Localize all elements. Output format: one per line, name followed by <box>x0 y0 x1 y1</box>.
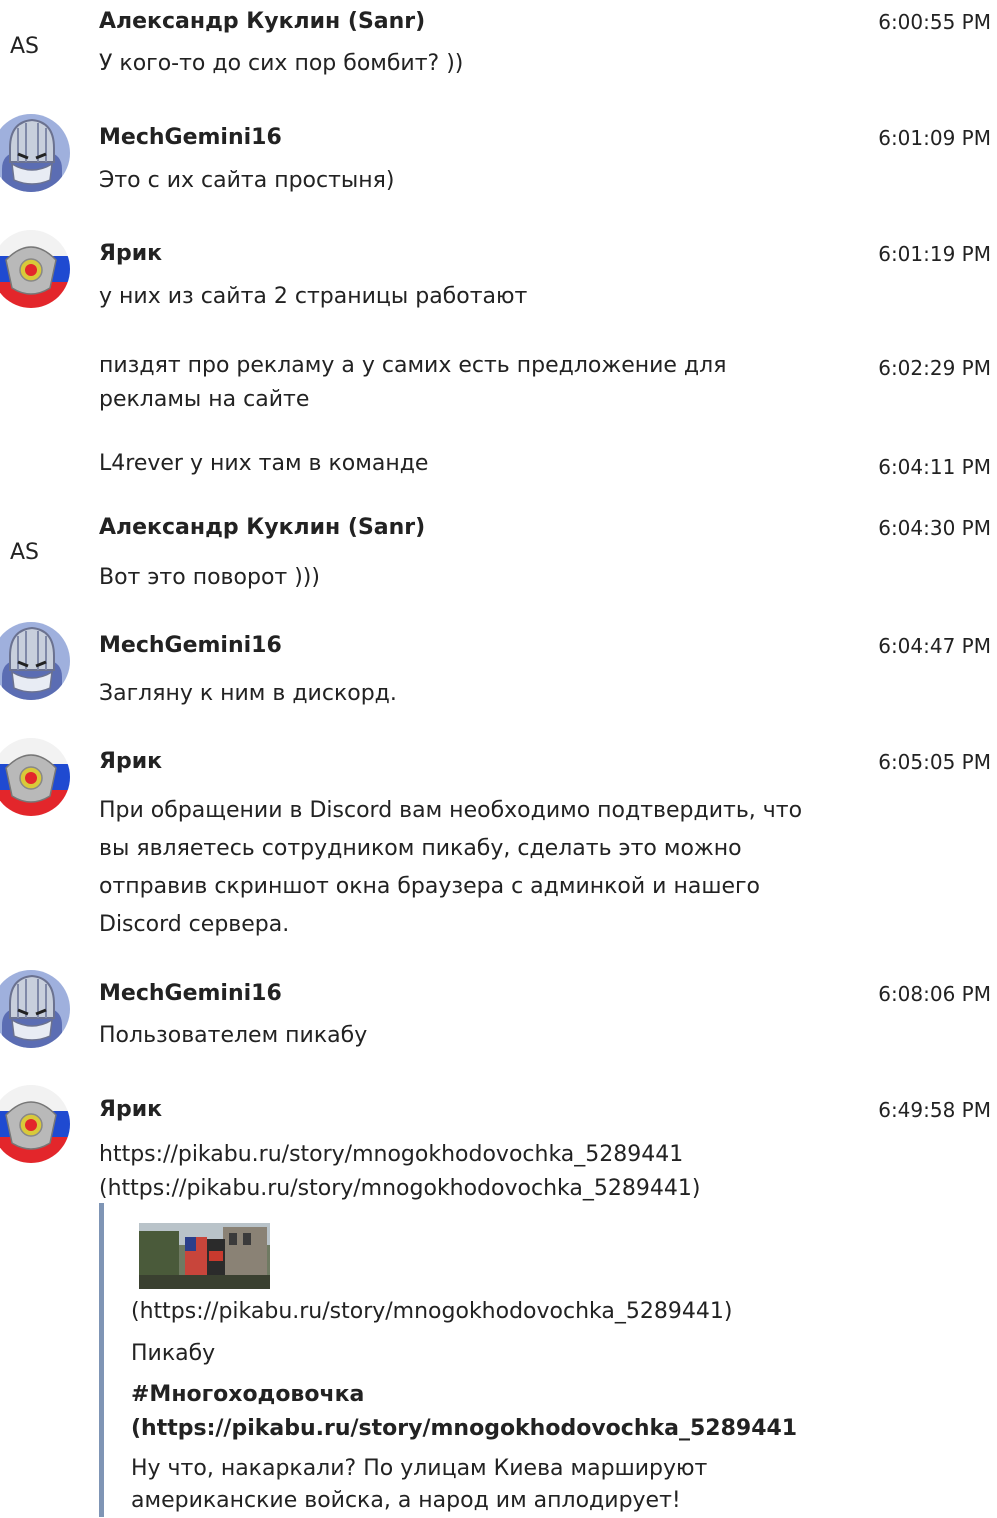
timestamp: 6:05:05 PM <box>878 750 991 774</box>
avatar[interactable] <box>0 114 70 192</box>
message-text: пиздят про рекламу а у самих есть предло… <box>99 353 727 412</box>
author-name[interactable]: Ярик <box>99 241 162 266</box>
embed-thumbnail[interactable] <box>139 1223 270 1289</box>
message-text: Вот это поворот ))) <box>99 565 320 590</box>
russian-emblem-avatar-icon <box>0 738 70 816</box>
russian-emblem-avatar-icon <box>0 230 70 308</box>
timestamp: 6:02:29 PM <box>878 356 991 380</box>
embed-description: Ну что, накаркали? По улицам Киева марши… <box>131 1456 708 1481</box>
shredder-avatar-icon <box>0 970 70 1048</box>
avatar[interactable] <box>0 622 70 700</box>
message-link[interactable]: https://pikabu.ru/story/mnogokhodovochka… <box>99 1138 779 1206</box>
author-name[interactable]: Александр Куклин (Sanr) <box>99 515 425 540</box>
timestamp: 6:01:19 PM <box>878 242 991 266</box>
timestamp: 6:00:55 PM <box>878 10 991 34</box>
timestamp: 6:04:47 PM <box>878 634 991 658</box>
shredder-avatar-icon <box>0 622 70 700</box>
embed-description: американские войска, а народ им аплодиру… <box>131 1488 681 1513</box>
timestamp: 6:49:58 PM <box>878 1098 991 1122</box>
message-text: Пользователем пикабу <box>99 1023 368 1048</box>
avatar-initials: AS <box>10 34 40 59</box>
avatar[interactable] <box>0 738 70 816</box>
embed-thumb-link[interactable]: (https://pikabu.ru/story/mnogokhodovochk… <box>131 1295 732 1329</box>
russian-emblem-avatar-icon <box>0 1085 70 1163</box>
author-name[interactable]: Ярик <box>99 1097 162 1122</box>
author-name[interactable]: Ярик <box>99 749 162 774</box>
avatar[interactable] <box>0 970 70 1048</box>
avatar[interactable] <box>0 230 70 308</box>
message-text: У кого-то до сих пор бомбит? )) <box>99 51 464 76</box>
timestamp: 6:08:06 PM <box>878 982 991 1006</box>
embed-title-link[interactable]: (https://pikabu.ru/story/mnogokhodovochk… <box>131 1412 797 1446</box>
avatar-initials: AS <box>10 540 40 565</box>
timestamp: 6:04:11 PM <box>878 455 991 479</box>
timestamp: 6:01:09 PM <box>878 126 991 150</box>
timestamp: 6:04:30 PM <box>878 516 991 540</box>
embed-title[interactable]: #Многоходовочка <box>131 1378 364 1412</box>
message-text: При обращении в Discord вам необходимо п… <box>99 798 803 937</box>
author-name[interactable]: MechGemini16 <box>99 981 282 1006</box>
avatar[interactable] <box>0 1085 70 1163</box>
message-text: Это с их сайта простыня) <box>99 168 395 193</box>
link-embed[interactable]: (https://pikabu.ru/story/mnogokhodovochk… <box>99 1203 884 1517</box>
author-name[interactable]: Александр Куклин (Sanr) <box>99 9 425 34</box>
author-name[interactable]: MechGemini16 <box>99 125 282 150</box>
message-text: у них из сайта 2 страницы работают <box>99 284 528 309</box>
message-text: L4rever у них там в команде <box>99 451 429 476</box>
message-text: Загляну к ним в дискорд. <box>99 681 397 706</box>
author-name[interactable]: MechGemini16 <box>99 633 282 658</box>
shredder-avatar-icon <box>0 114 70 192</box>
embed-site-name: Пикабу <box>131 1341 216 1366</box>
